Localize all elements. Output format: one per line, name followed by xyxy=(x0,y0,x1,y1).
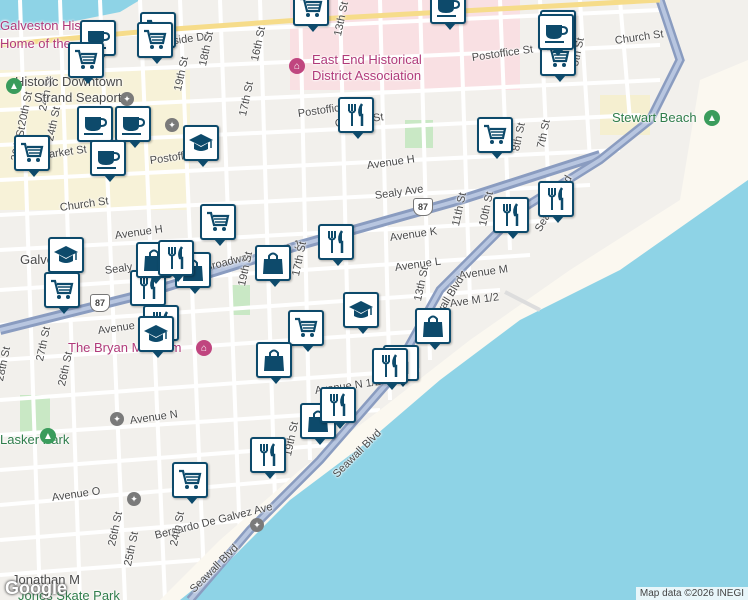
school-icon[interactable] xyxy=(183,125,219,167)
school-icon[interactable] xyxy=(343,292,379,334)
restaurant-icon[interactable] xyxy=(493,197,529,239)
transit-roundel: ✦ xyxy=(120,92,134,106)
museum-icon[interactable]: ⌂ xyxy=(289,58,305,74)
shopping-cart-icon[interactable] xyxy=(137,22,173,64)
park-icon[interactable]: ▲ xyxy=(704,110,720,126)
place-label[interactable]: District Association xyxy=(312,68,421,83)
coffee-icon[interactable] xyxy=(90,140,126,182)
shopping-cart-icon[interactable] xyxy=(293,0,329,32)
map-attribution[interactable]: Map data ©2026 INEGI xyxy=(635,587,748,600)
park-icon[interactable]: ▲ xyxy=(40,428,56,444)
restaurant-icon[interactable] xyxy=(320,387,356,429)
restaurant-icon[interactable] xyxy=(372,348,408,390)
transit-roundel: ✦ xyxy=(110,412,124,426)
museum-icon[interactable]: ⌂ xyxy=(196,340,212,356)
shopping-cart-icon[interactable] xyxy=(477,117,513,159)
restaurant-icon[interactable] xyxy=(538,181,574,223)
transit-roundel: ✦ xyxy=(127,492,141,506)
shopping-cart-icon[interactable] xyxy=(172,462,208,504)
map-view[interactable]: Harborside DrPostoffice StPostoffice StP… xyxy=(0,0,748,600)
restaurant-icon[interactable] xyxy=(250,437,286,479)
restaurant-icon[interactable] xyxy=(158,240,194,282)
place-label[interactable]: Strand Seaport xyxy=(34,90,121,105)
coffee-icon[interactable] xyxy=(538,14,574,56)
coffee-icon[interactable] xyxy=(115,106,151,148)
coffee-icon[interactable] xyxy=(430,0,466,30)
shopping-cart-icon[interactable] xyxy=(200,204,236,246)
school-icon[interactable] xyxy=(48,237,84,279)
google-logo: Google xyxy=(5,578,67,598)
shopping-bag-icon[interactable] xyxy=(415,308,451,350)
place-label[interactable]: Stewart Beach xyxy=(612,110,697,125)
route-87-shield: 87 xyxy=(413,198,433,216)
shopping-bag-icon[interactable] xyxy=(256,342,292,384)
restaurant-icon[interactable] xyxy=(318,224,354,266)
shopping-bag-icon[interactable] xyxy=(255,245,291,287)
transit-roundel: ✦ xyxy=(165,118,179,132)
restaurant-icon[interactable] xyxy=(338,97,374,139)
park-icon[interactable]: ▲ xyxy=(6,78,22,94)
shopping-cart-icon[interactable] xyxy=(14,135,50,177)
coffee-icon[interactable] xyxy=(77,106,113,148)
shopping-cart-icon[interactable] xyxy=(288,310,324,352)
shopping-cart-icon[interactable] xyxy=(68,42,104,84)
route-87-shield: 87 xyxy=(90,294,110,312)
shopping-cart-icon[interactable] xyxy=(44,272,80,314)
place-label[interactable]: Lasker Park xyxy=(0,432,69,447)
place-label[interactable]: East End Historical xyxy=(312,52,422,67)
school-icon[interactable] xyxy=(138,316,174,358)
transit-roundel: ✦ xyxy=(250,518,264,532)
